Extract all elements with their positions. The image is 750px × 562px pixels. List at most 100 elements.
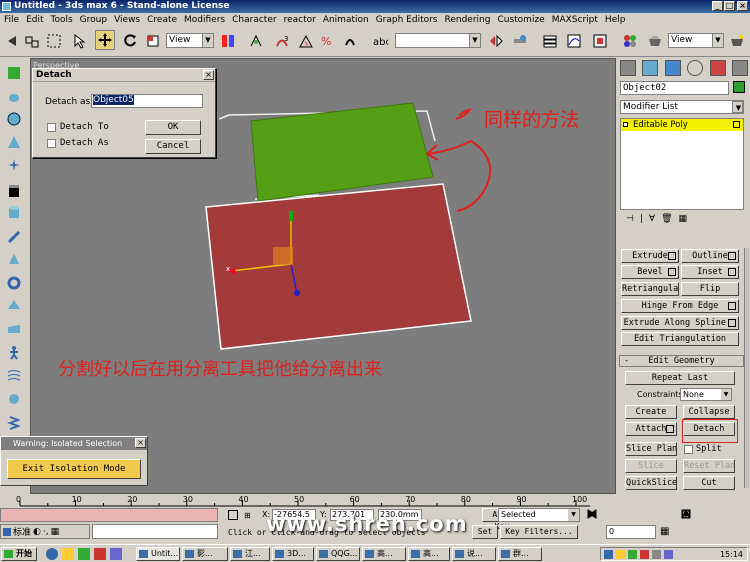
object-color-swatch[interactable] <box>733 81 745 93</box>
menu-graph-editors[interactable]: Graph Editors <box>376 13 438 27</box>
exit-isolation-button[interactable]: Exit Isolation Mode <box>7 459 141 479</box>
undo-icon[interactable] <box>2 31 22 51</box>
lock-selection-icon[interactable] <box>228 510 238 520</box>
menu-edit[interactable]: Edit <box>26 13 43 27</box>
bone-icon[interactable] <box>5 228 23 246</box>
key-mode-select[interactable]: Selected ▼ <box>498 508 580 522</box>
cylinder-icon[interactable] <box>5 204 23 222</box>
utilities-tab-icon[interactable] <box>731 60 748 76</box>
spinner-snap-icon[interactable] <box>340 31 360 51</box>
current-frame-field[interactable]: 0 <box>606 525 656 539</box>
detach-to-checkbox[interactable] <box>47 123 56 132</box>
select-link-icon[interactable] <box>22 31 42 51</box>
tray-app-icon[interactable] <box>628 549 637 559</box>
extrude-along-spline-button[interactable]: Extrude Along Spline <box>621 316 739 330</box>
angle-snap-icon[interactable] <box>296 31 316 51</box>
create-icon[interactable] <box>5 64 23 82</box>
align-icon[interactable] <box>510 31 530 51</box>
split-checkbox[interactable] <box>684 445 693 454</box>
cone-icon[interactable] <box>5 133 23 151</box>
display-tab-icon[interactable] <box>709 60 726 76</box>
box-icon[interactable] <box>5 182 23 200</box>
motor-icon[interactable] <box>5 390 23 408</box>
media-quicklaunch-icon[interactable] <box>94 548 106 560</box>
ime-mode-label[interactable]: 标准 <box>13 525 31 538</box>
clock[interactable]: 15:14 <box>720 550 743 559</box>
menu-views[interactable]: Views <box>114 13 140 27</box>
qq-quicklaunch-icon[interactable] <box>62 548 74 560</box>
select-object-icon[interactable] <box>70 31 90 51</box>
menu-help[interactable]: Help <box>605 13 626 27</box>
task-6[interactable]: 高... <box>362 547 406 561</box>
menu-modifiers[interactable]: Modifiers <box>184 13 225 27</box>
desktop-quicklaunch-icon[interactable] <box>78 548 90 560</box>
rotate-icon[interactable] <box>120 31 140 51</box>
stack-item-editable-poly[interactable]: Editable Poly <box>621 119 743 131</box>
mirror-icon[interactable] <box>486 31 506 51</box>
object-name-field[interactable]: Object02 <box>620 81 729 95</box>
red-plane[interactable] <box>205 183 472 350</box>
pivot-icon[interactable] <box>218 31 238 51</box>
ime-punct-icon[interactable]: ·, <box>43 527 49 537</box>
axis-constraint-icon[interactable] <box>246 31 266 51</box>
task-3[interactable]: 江... <box>230 547 270 561</box>
scale-icon[interactable] <box>143 31 163 51</box>
detach-name-input[interactable]: Object05 <box>91 94 203 108</box>
detach-as-clone-checkbox[interactable] <box>47 139 56 148</box>
bevel-button[interactable]: Bevel <box>621 265 679 279</box>
collapse-button[interactable]: Collapse <box>683 405 735 419</box>
reset-plane-button[interactable]: Reset Plane <box>683 459 735 473</box>
maxscript-listener[interactable] <box>0 508 218 522</box>
region-select-icon[interactable] <box>44 31 64 51</box>
named-selection-icon[interactable]: abc <box>370 31 390 51</box>
light-icon[interactable] <box>5 251 23 269</box>
spring-icon[interactable] <box>5 414 23 432</box>
remove-modifier-icon[interactable]: 🗑 <box>661 214 672 230</box>
hinge-from-edge-button[interactable]: Hinge From Edge <box>621 299 739 313</box>
set-key-button[interactable]: Set Key <box>472 525 498 539</box>
edit-triangulation-button[interactable]: Edit Triangulation <box>621 332 739 346</box>
move-icon[interactable] <box>95 30 115 50</box>
go-to-end-icon[interactable] <box>586 508 598 520</box>
minimize-button[interactable]: _ <box>712 1 723 11</box>
slice-button[interactable]: Slice <box>625 459 677 473</box>
attach-button[interactable]: Attach <box>625 422 677 436</box>
hierarchy-tab-icon[interactable] <box>664 60 681 76</box>
detach-close-button[interactable]: × <box>203 70 214 80</box>
flip-button[interactable]: Flip <box>681 282 739 296</box>
ok-button[interactable]: OK <box>145 120 201 135</box>
configure-sets-icon[interactable]: ▦ <box>679 214 688 230</box>
material-editor-icon[interactable] <box>620 31 640 51</box>
time-config-icon[interactable]: ▦ <box>660 526 669 537</box>
trackbar[interactable]: 0 10 20 30 40 50 60 70 80 90 100 <box>0 494 616 508</box>
absolute-mode-icon[interactable]: ⊞ <box>244 511 251 520</box>
task-4[interactable]: 3D... <box>272 547 314 561</box>
isolation-close-button[interactable]: × <box>135 438 146 448</box>
make-unique-icon[interactable]: ∀ <box>649 214 655 230</box>
layer-manager-icon[interactable] <box>540 31 560 51</box>
tray-ime-icon[interactable] <box>664 549 673 559</box>
modify-tab-icon[interactable] <box>642 60 659 76</box>
close-button[interactable]: × <box>737 1 748 11</box>
cancel-button[interactable]: Cancel <box>145 139 201 154</box>
extrude-button[interactable]: Extrude <box>621 249 679 263</box>
snap-icon[interactable]: 3 <box>272 31 292 51</box>
inset-button[interactable]: Inset <box>681 265 739 279</box>
menu-file[interactable]: File <box>4 13 19 27</box>
task-2[interactable]: 影... <box>182 547 228 561</box>
maximize-viewport-icon[interactable] <box>680 508 692 520</box>
key-filters-button[interactable]: Key Filters... <box>500 525 578 539</box>
tray-qq-icon[interactable] <box>616 549 625 559</box>
quick-render-icon[interactable] <box>727 31 747 51</box>
curve-editor-icon[interactable] <box>564 31 584 51</box>
tray-volume-icon[interactable] <box>652 549 661 559</box>
show-end-result-icon[interactable]: | <box>640 214 643 230</box>
menu-customize[interactable]: Customize <box>497 13 544 27</box>
ime-half-icon[interactable]: ◐ <box>33 527 41 537</box>
menu-character[interactable]: Character <box>232 13 276 27</box>
task-untitled[interactable]: Untit... <box>136 547 180 561</box>
task-9[interactable]: 群... <box>498 547 542 561</box>
quickslice-button[interactable]: QuickSlice <box>625 476 677 490</box>
pin-stack-icon[interactable]: ⊣ <box>626 214 634 230</box>
ie-quicklaunch-icon[interactable] <box>46 548 58 560</box>
